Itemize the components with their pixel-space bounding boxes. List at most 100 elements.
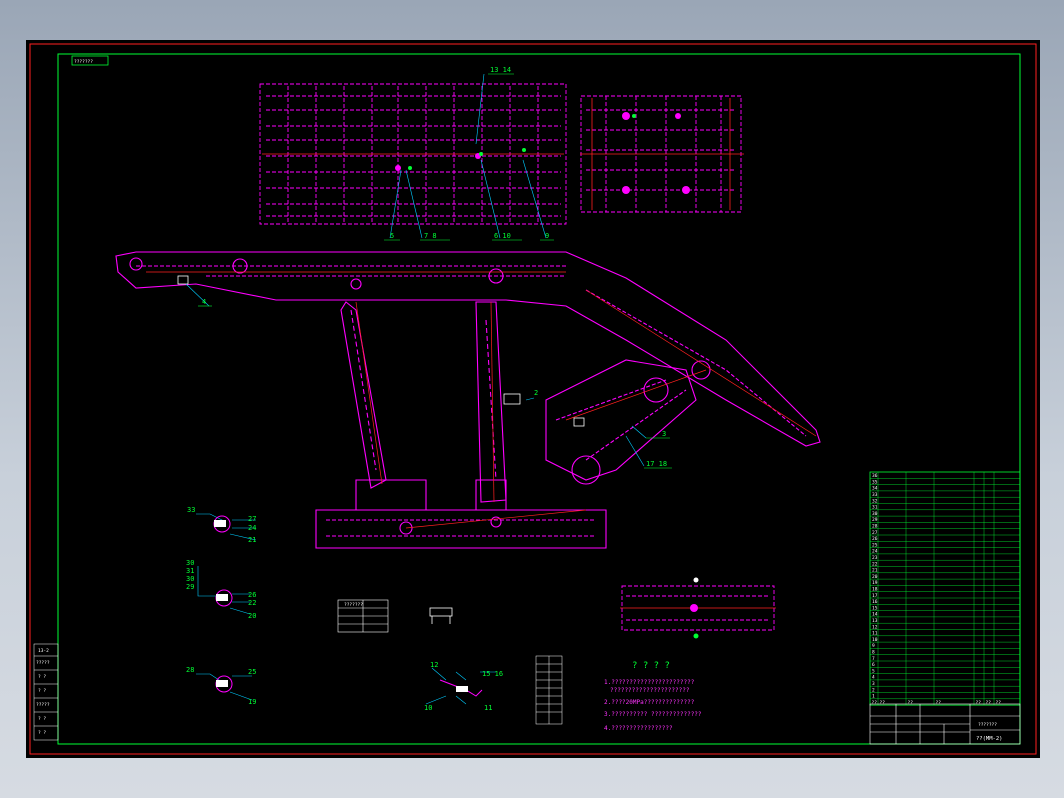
parts-list-row-number: 19	[872, 580, 878, 586]
parts-list-header: ??	[908, 700, 914, 706]
elevation-valves	[177, 275, 585, 427]
parts-list-row-number: 9	[872, 643, 875, 649]
callout-label: 2	[534, 389, 538, 397]
parts-list-row-number: 8	[872, 650, 875, 656]
parts-list-row-number: 14	[872, 612, 878, 618]
parts-list-row-number: 27	[872, 530, 878, 536]
left-strip-item: 13-2	[38, 648, 49, 654]
callout-label: 17 18	[646, 460, 667, 468]
parts-list-row-number: 35	[872, 479, 878, 485]
top-view-markers	[408, 114, 636, 170]
callout-label: 31	[186, 567, 194, 575]
parts-list-row-number: 15	[872, 605, 878, 611]
parts-list-header: ??	[936, 700, 942, 706]
right-detail-fitting	[693, 577, 699, 583]
parts-list-row-number: 25	[872, 542, 878, 548]
callout-label: 9	[545, 232, 549, 240]
parts-list-row-number: 33	[872, 492, 878, 498]
cad-drawing: ??????? 13 14 4 5 7 8 6 10 9 3 17 18 2 3…	[29, 43, 1037, 755]
parts-list-row-number: 26	[872, 536, 878, 542]
left-strip-item: ? ?	[38, 716, 46, 722]
leader-lines	[185, 73, 647, 467]
parts-list-row-number: 36	[872, 473, 878, 479]
parts-list-row-number: 1	[872, 694, 875, 700]
parts-list-row-number: 13	[872, 618, 878, 624]
top-view-details	[395, 112, 690, 194]
callout-label: 20	[248, 612, 256, 620]
parts-list-header: ??	[996, 700, 1002, 706]
parts-list-row-number: 20	[872, 574, 878, 580]
parts-list-row-number: 29	[872, 517, 878, 523]
parts-list-row-number: 30	[872, 511, 878, 517]
callout-label: 21	[248, 536, 256, 544]
parts-list-row-number: 17	[872, 593, 878, 599]
left-strip-item: ? ?	[38, 730, 46, 736]
parts-list-row-number: 2	[872, 687, 875, 693]
parts-list-header: ??	[986, 700, 992, 706]
callout-underlines	[198, 73, 672, 469]
parts-list-row-number: 4	[872, 675, 875, 681]
parts-list-row-number: 23	[872, 555, 878, 561]
left-strip-item: ? ?	[38, 688, 46, 694]
parts-list-row-number: 28	[872, 524, 878, 530]
parts-list-row-number: 7	[872, 656, 875, 662]
tech-requirements-heading: ? ? ? ?	[632, 661, 670, 671]
left-strip-item: ?????	[36, 660, 50, 666]
parts-list-row-number: 5	[872, 668, 875, 674]
tech-requirement-item: ??????????????????????	[610, 687, 690, 694]
tech-requirement-item: 2.????20MPa??????????????	[604, 699, 695, 706]
detail-small-part	[429, 607, 453, 624]
callout-label: 33	[187, 506, 195, 514]
detail-view-c	[196, 673, 253, 701]
parts-list-row-number: 3	[872, 681, 875, 687]
parts-list-row-number: 11	[872, 631, 878, 637]
callout-label: 4	[202, 298, 206, 306]
outer-border	[29, 43, 1037, 755]
parts-list-row-number: 32	[872, 498, 878, 504]
parts-list-row-number: 31	[872, 505, 878, 511]
tech-requirement-item: 3.?????????? ??????????????	[604, 711, 702, 718]
tech-requirement-item: 1.???????????????????????	[604, 679, 695, 686]
callout-label: 30	[186, 575, 194, 583]
callout-label: 15 16	[482, 670, 503, 678]
callout-label: 5	[390, 232, 394, 240]
title-block-title: ??(MM-2)	[976, 736, 1003, 742]
tech-requirement-item: 4.?????????????????	[604, 725, 673, 732]
middle-table	[535, 655, 563, 725]
small-table-header: ???????	[344, 602, 363, 608]
callout-label: 11	[484, 704, 492, 712]
callout-label: 13 14	[490, 66, 511, 74]
corner-label: ???????	[74, 59, 93, 65]
detail-view-a	[196, 513, 257, 541]
parts-list-row-number: 16	[872, 599, 878, 605]
parts-list-row-number: 22	[872, 561, 878, 567]
callout-label: 7 8	[424, 232, 437, 240]
parts-list-table: 3635343332313029282726252423222120191817…	[869, 471, 1021, 706]
callout-label: 6 10	[494, 232, 511, 240]
parts-list-row-number: 21	[872, 568, 878, 574]
callout-label: 3	[662, 430, 666, 438]
callout-label: 28	[186, 666, 194, 674]
title-block-company: ???????	[978, 722, 997, 728]
parts-list-row-number: 6	[872, 662, 875, 668]
callout-label: 10	[424, 704, 432, 712]
callout-label: 25	[248, 668, 256, 676]
parts-list-frame	[869, 471, 1021, 706]
callout-label: 29	[186, 583, 194, 591]
callout-label: 30	[186, 559, 194, 567]
parts-list-row-number: 18	[872, 587, 878, 593]
parts-list-header: ??	[880, 700, 886, 706]
parts-list-row-number: 34	[872, 486, 878, 492]
left-strip-item: ?????	[36, 702, 50, 708]
detail-view-b	[197, 566, 251, 615]
parts-list-header: ??	[872, 700, 878, 706]
callout-label: 24	[248, 524, 256, 532]
callout-label: 22	[248, 599, 256, 607]
cad-drawing-canvas: ??????? 13 14 4 5 7 8 6 10 9 3 17 18 2 3…	[26, 40, 1040, 758]
right-detail-fitting	[693, 633, 699, 639]
parts-list-header: ??	[976, 700, 982, 706]
top-view-centerlines	[262, 98, 744, 210]
main-elevation	[115, 251, 821, 549]
callout-label: 12	[430, 661, 438, 669]
callout-label: 26	[248, 591, 256, 599]
